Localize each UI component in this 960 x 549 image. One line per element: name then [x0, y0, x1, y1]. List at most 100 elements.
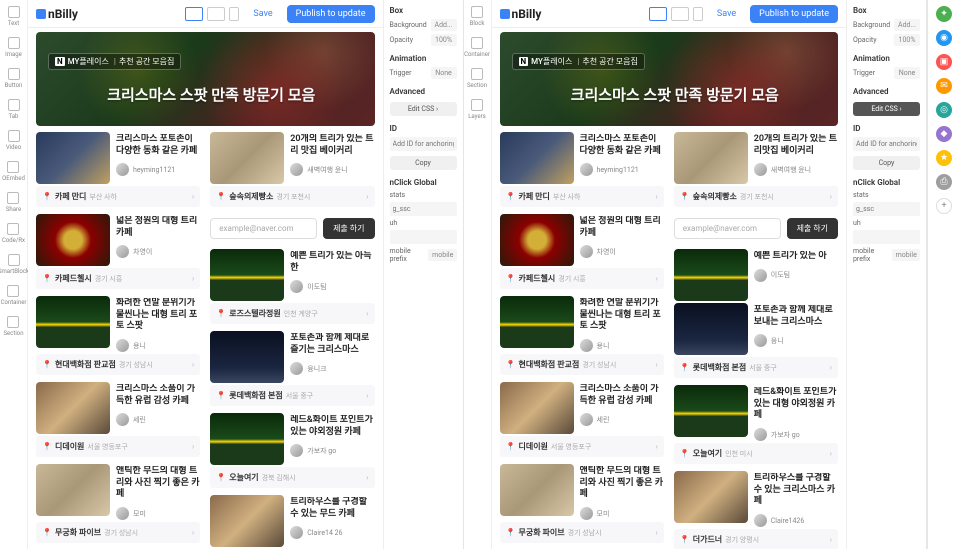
- place-card[interactable]: 크리스마스 포토존이 다양한 동화 같은 카페 heyming1121: [36, 132, 200, 184]
- place-card[interactable]: 앤틱한 무드의 대형 트리와 사진 찍기 좋은 카페 모미: [500, 464, 664, 520]
- trigger-select[interactable]: None: [431, 67, 457, 79]
- device-desktop-icon[interactable]: [185, 7, 203, 21]
- place-card[interactable]: 트리하우스를 구경할 수 있는 무드 카페 Claire14 26: [210, 495, 374, 547]
- tool-coderx[interactable]: Code/Rx: [2, 223, 25, 244]
- app-dot-7[interactable]: ★: [936, 150, 952, 166]
- edit-css-button-b[interactable]: Edit CSS ›: [853, 102, 920, 116]
- place-card[interactable]: 20개의 트리가 있는 트리 맛집 베이커리 새벽여행 윤니: [210, 132, 374, 184]
- hero-section-b[interactable]: NMY플레이스|추천 공간 모음집 크리스마스 스팟 만족 방문기 모음: [500, 32, 839, 126]
- location-bar[interactable]: 📍카페 만디부산 사하›: [36, 186, 200, 207]
- submit-button[interactable]: 제출 하기: [323, 218, 374, 239]
- place-card[interactable]: 넓은 정원의 대형 트리 카페 차영이: [500, 214, 664, 266]
- location-bar[interactable]: 📍로즈스텔라정원인천 계양구›: [210, 303, 374, 324]
- location-bar[interactable]: 📍숲속의제빵소경기 포천시›: [674, 186, 838, 207]
- uh-input[interactable]: [390, 230, 457, 244]
- id-input[interactable]: [390, 137, 457, 151]
- tool-block[interactable]: Block: [470, 6, 485, 27]
- device-desktop-icon[interactable]: [649, 7, 667, 21]
- location-bar[interactable]: 📍현대백화점 판교점경기 성남시›: [500, 354, 664, 375]
- save-button[interactable]: Save: [245, 6, 280, 22]
- tool-smartblock[interactable]: SmartBlock: [0, 254, 29, 275]
- uh-input-b[interactable]: [853, 230, 920, 244]
- place-card[interactable]: 예쁜 트리가 있는 아 이도팀: [674, 249, 838, 301]
- tool-share[interactable]: Share: [6, 192, 21, 213]
- location-bar[interactable]: 📍카페드첼시경기 시흥›: [500, 268, 664, 289]
- bg-add-b[interactable]: Add...: [894, 19, 920, 31]
- app-dot-2[interactable]: ◉: [936, 30, 952, 46]
- card-title: 트리하우스를 구경할 수 있는 무드 카페: [290, 497, 374, 520]
- device-mobile-icon[interactable]: [693, 7, 703, 21]
- place-card[interactable]: 넓은 정원의 대형 트리 카페 차영이: [36, 214, 200, 266]
- tool-oembed[interactable]: OEmbed: [2, 161, 25, 182]
- device-tablet-icon[interactable]: [207, 7, 225, 21]
- location-bar[interactable]: 📍카페 만디부산 사하›: [500, 186, 664, 207]
- location-bar[interactable]: 📍오늘여기경북 김해시›: [210, 467, 374, 488]
- place-card[interactable]: 크리스마스 소품이 가득한 유럽 감성 카페 세린: [500, 382, 664, 434]
- location-bar[interactable]: 📍롯데백화점 본점서울 중구›: [674, 357, 838, 378]
- device-mobile-icon[interactable]: [229, 7, 239, 21]
- place-card[interactable]: 크리스마스 소품이 가득한 유럽 감성 카페 세린: [36, 382, 200, 434]
- submit-button[interactable]: 제출 하기: [787, 218, 838, 239]
- email-input[interactable]: example@naver.com: [674, 218, 781, 239]
- id-input-b[interactable]: [853, 137, 920, 151]
- place-card[interactable]: 레드&화이트 포인트가 있는 대형 야외정원 카페 가보자 go: [674, 385, 838, 441]
- publish-button-b[interactable]: Publish to update: [750, 5, 838, 23]
- tool-tab[interactable]: Tab: [8, 99, 20, 120]
- tool-section-b[interactable]: Section: [467, 68, 487, 89]
- hero-section[interactable]: NMY플레이스|추천 공간 모음집 크리스마스 스팟 만족 방문기 모음: [36, 32, 375, 126]
- location-bar[interactable]: 📍숲속의제빵소경기 포천시›: [210, 186, 374, 207]
- app-dot-add[interactable]: +: [936, 198, 952, 214]
- place-card[interactable]: 20개의 트리가 있는 트리맛집 베이커리 새벽여행 윤니: [674, 132, 838, 184]
- publish-button[interactable]: Publish to update: [287, 5, 375, 23]
- opacity-field-b[interactable]: 100%: [894, 34, 920, 46]
- device-switcher-b[interactable]: [649, 7, 703, 21]
- opacity-field[interactable]: 100%: [431, 34, 457, 46]
- place-card[interactable]: 레드&화이트 포인트가 있는 야외정원 카페 가보자 go: [210, 413, 374, 465]
- edit-css-button[interactable]: Edit CSS ›: [390, 102, 457, 116]
- location-bar[interactable]: 📍디데이원서울 영등포구›: [36, 436, 200, 457]
- location-bar[interactable]: 📍롯데백화점 본점서울 중구›: [210, 385, 374, 406]
- canvas[interactable]: NMY플레이스|추천 공간 모음집 크리스마스 스팟 만족 방문기 모음 크리스…: [28, 28, 383, 549]
- copy-id-button[interactable]: Copy: [390, 156, 457, 170]
- device-tablet-icon[interactable]: [671, 7, 689, 21]
- place-card[interactable]: 화려한 연말 분위기가 물씬나는 대형 트리 포토 스팟 용니: [36, 296, 200, 352]
- card-title: 앤틱한 무드의 대형 트리와 사진 찍기 좋은 카페: [580, 466, 664, 501]
- place-card[interactable]: 포토존과 함께 제대로 즐기는 크리스마스 융니크: [210, 331, 374, 383]
- tool-button[interactable]: Button: [5, 68, 23, 89]
- app-dot-6[interactable]: ◆: [936, 126, 952, 142]
- tool-container-b[interactable]: Container: [464, 37, 490, 58]
- location-bar[interactable]: 📍오늘여기인천 미시›: [674, 443, 838, 464]
- location-bar[interactable]: 📍더가드너경기 양평시›: [674, 529, 838, 549]
- place-card[interactable]: 트리하우스를 구경할 수 있는 크리스마스 카페 Claire1426: [674, 471, 838, 527]
- app-dot-8[interactable]: ⎙: [936, 174, 952, 190]
- place-card[interactable]: 화려한 연말 분위기가 물씬나는 대형 트리 포토 스팟 용니: [500, 296, 664, 352]
- tool-section[interactable]: Section: [3, 316, 23, 337]
- device-switcher[interactable]: [185, 7, 239, 21]
- place-card[interactable]: 앤틱한 무드의 대형 트리와 사진 찍기 좋은 카페 모미: [36, 464, 200, 520]
- location-bar[interactable]: 📍카페드첼시경기 시흥›: [36, 268, 200, 289]
- trigger-select-b[interactable]: None: [894, 67, 920, 79]
- bg-add[interactable]: Add...: [431, 19, 457, 31]
- gssc-input[interactable]: [390, 202, 457, 216]
- place-card[interactable]: 예쁜 트리가 있는 아늑한 이도팀: [210, 249, 374, 301]
- tool-layers[interactable]: Layers: [468, 99, 486, 120]
- tool-video[interactable]: Video: [6, 130, 21, 151]
- tool-image[interactable]: Image: [5, 37, 22, 58]
- app-dot-1[interactable]: ✦: [936, 6, 952, 22]
- tool-container[interactable]: Container: [1, 285, 27, 306]
- app-dot-4[interactable]: ✉: [936, 78, 952, 94]
- app-dot-5[interactable]: ◎: [936, 102, 952, 118]
- gssc-input-b[interactable]: [853, 202, 920, 216]
- location-bar[interactable]: 📍디데이원서울 영등포구›: [500, 436, 664, 457]
- place-card[interactable]: 포토존과 함께 제대로 보내는 크리스마스 융니: [674, 303, 838, 355]
- location-bar[interactable]: 📍무궁화 파이브경기 성남시›: [500, 522, 664, 543]
- app-dot-3[interactable]: ▣: [936, 54, 952, 70]
- save-button-b[interactable]: Save: [709, 6, 744, 22]
- tool-text[interactable]: Text: [8, 6, 20, 27]
- email-input[interactable]: example@naver.com: [210, 218, 317, 239]
- copy-id-button-b[interactable]: Copy: [853, 156, 920, 170]
- location-bar[interactable]: 📍현대백화점 판교점경기 성남시›: [36, 354, 200, 375]
- canvas-b[interactable]: NMY플레이스|추천 공간 모음집 크리스마스 스팟 만족 방문기 모음 크리스…: [492, 28, 847, 549]
- place-card[interactable]: 크리스마스 포토존이 다양한 동화 같은 카페 heyming1121: [500, 132, 664, 184]
- location-bar[interactable]: 📍무궁화 파이브경기 성남시›: [36, 522, 200, 543]
